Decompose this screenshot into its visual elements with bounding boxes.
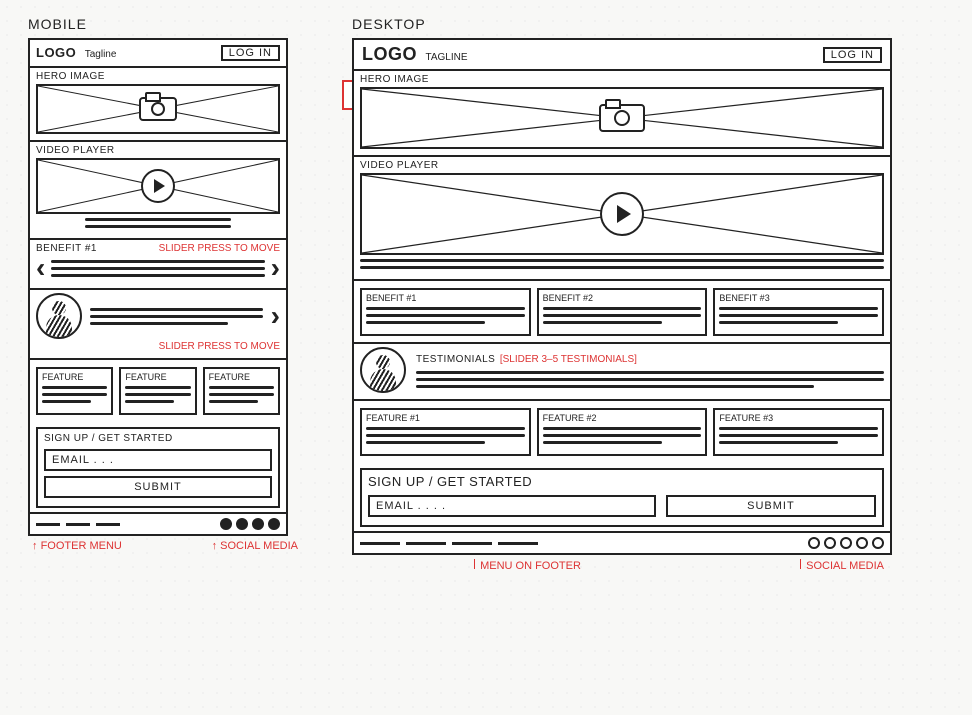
card-title: BENEFIT #3 <box>719 293 878 303</box>
footer-menu-item[interactable] <box>66 523 90 526</box>
benefit-slider: BENEFIT #1 SLIDER PRESS TO MOVE ‹ › <box>30 238 286 288</box>
hero-label: HERO IMAGE <box>360 74 884 85</box>
signup-title: SIGN UP / GET STARTED <box>368 474 876 489</box>
card: FEATURE <box>119 367 196 415</box>
camera-icon <box>599 104 645 132</box>
play-icon <box>154 179 165 193</box>
chevron-right-icon[interactable]: › <box>271 254 280 282</box>
chevron-left-icon[interactable]: ‹ <box>36 254 45 282</box>
signup-section: SIGN UP / GET STARTED EMAIL . . . . SUBM… <box>360 468 884 527</box>
social-icons <box>808 537 884 549</box>
header: LOGO Tagline LOG IN <box>30 40 286 68</box>
video-label: VIDEO PLAYER <box>360 160 884 171</box>
desktop-frame: LOGO TAGLINE LOG IN HERO IMAGE VIDEO PLA… <box>352 38 892 555</box>
social-icon[interactable] <box>220 518 232 530</box>
hero-section: HERO IMAGE <box>30 68 286 140</box>
benefits-section: BENEFIT #1 BENEFIT #2 BENEFIT #3 <box>354 279 890 342</box>
card-title: FEATURE #3 <box>719 413 878 423</box>
testimonials-section: TESTIMONIALS [SLIDER 3–5 TESTIMONIALS] <box>354 342 890 399</box>
avatar-icon <box>36 293 82 339</box>
testimonials-label: TESTIMONIALS <box>416 354 495 365</box>
card: FEATURE #2 <box>537 408 708 456</box>
footer-menu-item[interactable] <box>406 542 446 545</box>
social-icon[interactable] <box>840 537 852 549</box>
signup-section: SIGN UP / GET STARTED EMAIL . . . SUBMIT <box>36 427 280 508</box>
testimonials-note: [SLIDER 3–5 TESTIMONIALS] <box>500 354 637 365</box>
social-icons <box>220 518 280 530</box>
footer <box>30 512 286 534</box>
slider-note: SLIDER PRESS TO MOVE <box>36 341 280 352</box>
footer-menu-item[interactable] <box>498 542 538 545</box>
card-title: FEATURE #2 <box>543 413 702 423</box>
card-title: BENEFIT #1 <box>366 293 525 303</box>
footer-menu-item[interactable] <box>452 542 492 545</box>
play-button[interactable] <box>141 169 175 203</box>
email-field[interactable]: EMAIL . . . <box>44 449 272 471</box>
hero-section: HERO IMAGE <box>354 71 890 155</box>
benefit-label: BENEFIT #1 <box>36 243 97 254</box>
card: BENEFIT #3 <box>713 288 884 336</box>
logo: LOGO <box>36 45 76 60</box>
social-icon[interactable] <box>236 518 248 530</box>
play-icon <box>617 205 631 223</box>
card: FEATURE <box>36 367 113 415</box>
card: BENEFIT #1 <box>360 288 531 336</box>
card-title: BENEFIT #2 <box>543 293 702 303</box>
desktop-label: DESKTOP <box>352 16 892 32</box>
slider-note: SLIDER PRESS TO MOVE <box>159 243 280 254</box>
card: FEATURE <box>203 367 280 415</box>
footer-menu-annotation: ↑ FOOTER MENU <box>32 540 122 552</box>
social-icon[interactable] <box>252 518 264 530</box>
social-icon[interactable] <box>808 537 820 549</box>
features-section: FEATURE FEATURE FEATURE <box>30 358 286 421</box>
camera-icon <box>139 97 177 121</box>
card-title: FEATURE <box>209 372 274 382</box>
card-title: FEATURE #1 <box>366 413 525 423</box>
footer-menu-item[interactable] <box>96 523 120 526</box>
mobile-frame: LOGO Tagline LOG IN HERO IMAGE VIDEO PLA… <box>28 38 288 536</box>
avatar-icon <box>360 347 406 393</box>
tagline: Tagline <box>85 49 117 60</box>
social-icon[interactable] <box>872 537 884 549</box>
play-button[interactable] <box>600 192 644 236</box>
submit-button[interactable]: SUBMIT <box>666 495 876 517</box>
footer <box>354 531 890 553</box>
login-button[interactable]: LOG IN <box>823 47 882 63</box>
footer-menu-annotation: MENU ON FOOTER <box>472 559 581 572</box>
submit-button[interactable]: SUBMIT <box>44 476 272 498</box>
login-button[interactable]: LOG IN <box>221 45 280 61</box>
signup-title: SIGN UP / GET STARTED <box>44 433 272 444</box>
social-icon[interactable] <box>268 518 280 530</box>
footer-menu-item[interactable] <box>36 523 60 526</box>
hero-label: HERO IMAGE <box>36 71 280 82</box>
card-title: FEATURE <box>125 372 190 382</box>
tagline: TAGLINE <box>425 52 467 63</box>
social-annotation: SOCIAL MEDIA <box>798 559 884 572</box>
video-section: VIDEO PLAYER <box>30 140 286 238</box>
card: FEATURE #1 <box>360 408 531 456</box>
video-label: VIDEO PLAYER <box>36 145 280 156</box>
social-annotation: ↑ SOCIAL MEDIA <box>212 540 298 552</box>
card: FEATURE #3 <box>713 408 884 456</box>
social-icon[interactable] <box>824 537 836 549</box>
chevron-right-icon[interactable]: › <box>271 302 280 330</box>
email-field[interactable]: EMAIL . . . . <box>368 495 656 517</box>
card-title: FEATURE <box>42 372 107 382</box>
features-section: FEATURE #1 FEATURE #2 FEATURE #3 <box>354 399 890 462</box>
mobile-label: MOBILE <box>28 16 288 32</box>
logo: LOGO <box>362 44 417 64</box>
video-section: VIDEO PLAYER <box>354 155 890 279</box>
header: LOGO TAGLINE LOG IN <box>354 40 890 71</box>
social-icon[interactable] <box>856 537 868 549</box>
card: BENEFIT #2 <box>537 288 708 336</box>
testimonial-slider: › SLIDER PRESS TO MOVE <box>30 288 286 358</box>
footer-menu-item[interactable] <box>360 542 400 545</box>
